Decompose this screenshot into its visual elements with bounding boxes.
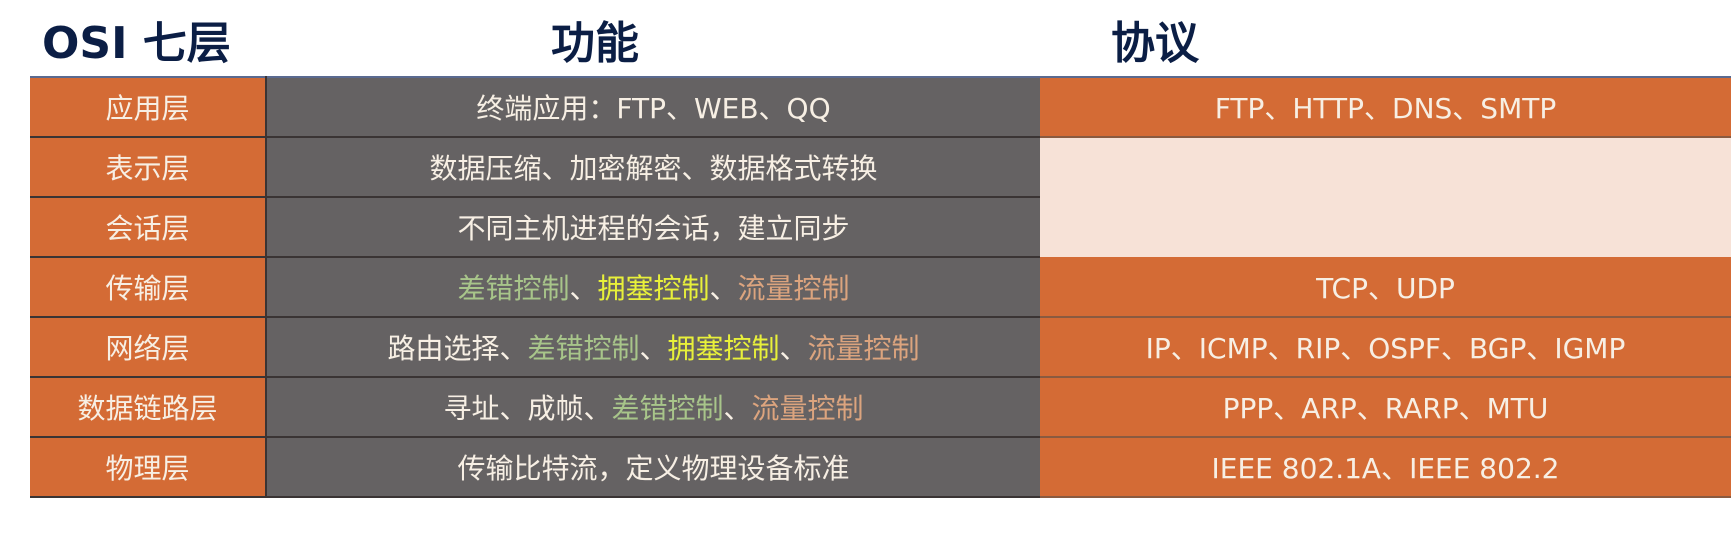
function-segment: 、 bbox=[723, 392, 752, 425]
table-row: 表示层 数据压缩、加密解密、数据格式转换 bbox=[30, 137, 1731, 257]
function-segment: 拥塞控制 bbox=[667, 332, 780, 365]
function-segment: 、 bbox=[639, 332, 668, 365]
function-cell: 传输比特流，定义物理设备标准 bbox=[266, 437, 1040, 498]
layer-cell: 网络层 bbox=[30, 317, 267, 378]
table-row: 数据链路层 寻址、成帧、差错控制、流量控制 PPP、ARP、RARP、MTU bbox=[30, 377, 1731, 438]
function-segment: 不同主机进程的会话，建立同步 bbox=[457, 212, 850, 245]
layer-cell: 表示层 bbox=[30, 137, 267, 198]
function-cell: 寻址、成帧、差错控制、流量控制 bbox=[266, 377, 1040, 438]
protocol-cell: FTP、HTTP、DNS、SMTP bbox=[1040, 76, 1731, 138]
function-segment: 路由选择、 bbox=[387, 332, 528, 365]
table-row: 物理层 传输比特流，定义物理设备标准 IEEE 802.1A、IEEE 802.2 bbox=[30, 437, 1731, 498]
table-row: 应用层 终端应用：FTP、WEB、QQ FTP、HTTP、DNS、SMTP bbox=[30, 76, 1731, 138]
table-row: 传输层 差错控制、拥塞控制、流量控制 TCP、UDP bbox=[30, 257, 1731, 318]
function-cell: 差错控制、拥塞控制、流量控制 bbox=[266, 257, 1040, 318]
layer-cell: 会话层 bbox=[30, 197, 267, 258]
header-function: 功能 bbox=[551, 18, 639, 69]
protocol-cell-empty bbox=[1040, 137, 1731, 257]
layer-cell: 传输层 bbox=[30, 257, 267, 318]
table-row: 网络层 路由选择、差错控制、拥塞控制、流量控制 IP、ICMP、RIP、OSPF、B… bbox=[30, 317, 1731, 378]
function-segment: 、 bbox=[779, 332, 808, 365]
function-segment: 寻址、成帧、 bbox=[443, 392, 612, 425]
function-segment: 差错控制 bbox=[611, 392, 724, 425]
function-segment: 流量控制 bbox=[807, 332, 920, 365]
function-segment: 拥塞控制 bbox=[597, 272, 710, 305]
layer-cell: 物理层 bbox=[30, 437, 267, 498]
function-segment: 、 bbox=[569, 272, 598, 305]
header-layer: OSI 七层 bbox=[42, 18, 231, 69]
function-segment: 差错控制 bbox=[457, 272, 570, 305]
layer-cell: 应用层 bbox=[30, 76, 267, 138]
function-cell: 不同主机进程的会话，建立同步 bbox=[266, 197, 1040, 258]
protocol-cell: IEEE 802.1A、IEEE 802.2 bbox=[1040, 437, 1731, 498]
function-cell: 路由选择、差错控制、拥塞控制、流量控制 bbox=[266, 317, 1040, 378]
function-segment: 传输比特流，定义物理设备标准 bbox=[457, 452, 850, 485]
function-cell: 终端应用：FTP、WEB、QQ bbox=[266, 76, 1040, 138]
layer-cell: 数据链路层 bbox=[30, 377, 267, 438]
function-segment: 终端应用：FTP、WEB、QQ bbox=[476, 92, 831, 125]
protocol-cell: IP、ICMP、RIP、OSPF、BGP、IGMP bbox=[1040, 317, 1731, 378]
function-segment: 差错控制 bbox=[527, 332, 640, 365]
function-segment: 流量控制 bbox=[737, 272, 850, 305]
function-cell: 数据压缩、加密解密、数据格式转换 bbox=[266, 137, 1040, 198]
function-segment: 流量控制 bbox=[751, 392, 864, 425]
protocol-cell: PPP、ARP、RARP、MTU bbox=[1040, 377, 1731, 438]
osi-table: 应用层 终端应用：FTP、WEB、QQ FTP、HTTP、DNS、SMTP 表示层 数据… bbox=[30, 76, 1731, 498]
function-segment: 、 bbox=[709, 272, 738, 305]
protocol-cell: TCP、UDP bbox=[1040, 257, 1731, 318]
function-segment: 数据压缩、加密解密、数据格式转换 bbox=[429, 152, 878, 185]
header-protocol: 协议 bbox=[1111, 18, 1199, 69]
